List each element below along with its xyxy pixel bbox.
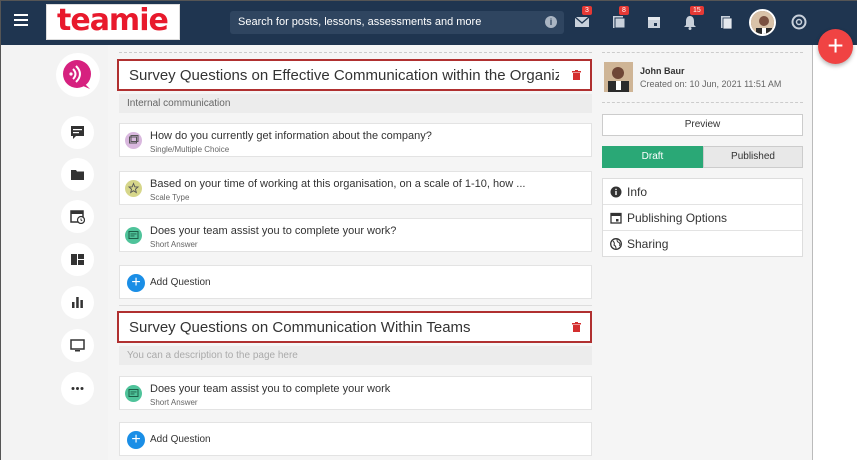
- sidebar-item-schedule[interactable]: [61, 200, 94, 233]
- question-item[interactable]: Does your team assist you to complete yo…: [119, 218, 592, 252]
- question-item[interactable]: How do you currently get information abo…: [119, 123, 592, 157]
- plus-icon: +: [127, 431, 145, 449]
- divider: [602, 52, 803, 53]
- divider: [602, 102, 803, 103]
- mail-badge: 3: [582, 6, 592, 15]
- plus-icon: +: [127, 274, 145, 292]
- sidebar-item-analytics[interactable]: [61, 286, 94, 319]
- question-type: Single/Multiple Choice: [150, 145, 230, 154]
- logo-text: teamie: [57, 3, 169, 38]
- question-title: Based on your time of working at this or…: [150, 178, 526, 190]
- trash-icon[interactable]: [572, 70, 581, 80]
- short-answer-icon: [125, 227, 142, 244]
- calendar-icon: [610, 212, 622, 224]
- add-question-button[interactable]: + Add Question: [119, 265, 592, 299]
- documents-icon[interactable]: [718, 14, 734, 30]
- right-margin: [812, 45, 857, 460]
- question-title: How do you currently get information abo…: [150, 130, 432, 142]
- sidebar-item-posts[interactable]: [61, 116, 94, 149]
- section-title: Survey Questions on Effective Communicat…: [129, 67, 559, 84]
- folder-icon: [71, 170, 84, 180]
- more-icon: [71, 387, 84, 390]
- info-icon: [610, 186, 622, 198]
- add-fab-button[interactable]: +: [818, 29, 853, 64]
- author-name: John Baur: [640, 66, 685, 76]
- preview-button[interactable]: Preview: [602, 114, 803, 136]
- logo[interactable]: teamie: [46, 3, 180, 40]
- sidebar-item-presentation[interactable]: [61, 329, 94, 362]
- sidebar-item-folder[interactable]: [61, 158, 94, 191]
- posts-icon: [71, 126, 84, 139]
- survey-logo-icon: [56, 53, 100, 97]
- divider: [119, 52, 592, 53]
- trash-icon[interactable]: [572, 322, 581, 332]
- help-icon[interactable]: [791, 14, 807, 30]
- question-type: Scale Type: [150, 193, 190, 202]
- user-avatar[interactable]: [749, 9, 776, 36]
- top-bar: teamie Search for posts, lessons, assess…: [1, 1, 857, 45]
- add-question-label: Add Question: [150, 434, 211, 445]
- short-answer-icon: [125, 385, 142, 402]
- question-item[interactable]: Does your team assist you to complete yo…: [119, 376, 592, 410]
- bar-chart-icon: [72, 297, 83, 308]
- notifications-badge: 15: [690, 6, 704, 15]
- multiple-choice-icon: [125, 132, 142, 149]
- lessons-icon[interactable]: 8: [611, 6, 629, 30]
- section-title-box[interactable]: Survey Questions on Communication Within…: [117, 311, 592, 343]
- question-type: Short Answer: [150, 240, 198, 249]
- menu-label: Publishing Options: [627, 211, 728, 225]
- menu-item-sharing[interactable]: Sharing: [603, 231, 802, 257]
- menu-item-publishing-options[interactable]: Publishing Options: [603, 205, 802, 231]
- published-button[interactable]: Published: [703, 146, 803, 168]
- add-question-button[interactable]: + Add Question: [119, 422, 592, 456]
- question-title: Does your team assist you to complete yo…: [150, 225, 397, 237]
- search-info-icon[interactable]: i: [545, 16, 557, 28]
- author-avatar: [604, 62, 633, 92]
- search-placeholder: Search for posts, lessons, assessments a…: [238, 16, 482, 28]
- divider: [119, 305, 592, 306]
- add-question-label: Add Question: [150, 277, 211, 288]
- question-item[interactable]: Based on your time of working at this or…: [119, 171, 592, 205]
- section-title-box[interactable]: Survey Questions on Effective Communicat…: [117, 59, 592, 91]
- draft-button[interactable]: Draft: [602, 146, 703, 168]
- menu-label: Info: [627, 185, 648, 199]
- section-description[interactable]: Internal communication: [119, 94, 592, 113]
- mail-icon[interactable]: 3: [574, 6, 592, 30]
- sidebar-item-more[interactable]: [61, 372, 94, 405]
- globe-icon: [610, 238, 622, 250]
- search-input[interactable]: Search for posts, lessons, assessments a…: [230, 11, 564, 34]
- bell-icon[interactable]: 15: [682, 6, 704, 30]
- question-title: Does your team assist you to complete yo…: [150, 383, 391, 395]
- sidebar-item-dashboard[interactable]: [61, 243, 94, 276]
- dashboard-icon: [71, 254, 84, 265]
- menu-item-info[interactable]: Info: [603, 179, 802, 205]
- section-description[interactable]: You can a description to the page here: [119, 346, 592, 365]
- question-type: Short Answer: [150, 398, 198, 407]
- section-title: Survey Questions on Communication Within…: [129, 319, 471, 336]
- schedule-icon: [70, 210, 85, 224]
- created-date: Created on: 10 Jun, 2021 11:51 AM: [640, 79, 782, 89]
- star-icon: [125, 180, 142, 197]
- calendar-icon[interactable]: [646, 14, 662, 30]
- lessons-badge: 8: [619, 6, 629, 15]
- monitor-icon: [70, 339, 85, 352]
- options-menu: Info Publishing Options Sharing: [602, 178, 803, 257]
- menu-icon[interactable]: [14, 14, 28, 26]
- menu-label: Sharing: [627, 237, 669, 251]
